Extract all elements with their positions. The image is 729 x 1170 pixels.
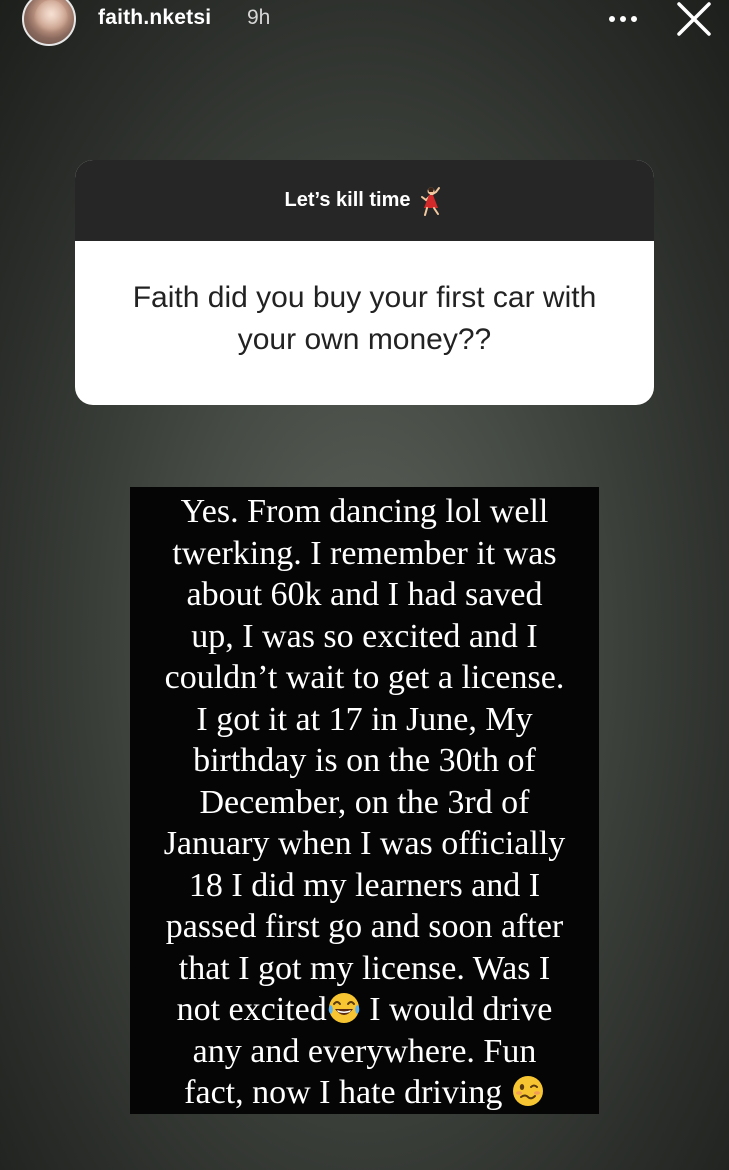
story-header: faith.nketsi 9h bbox=[0, 0, 729, 50]
story-timestamp: 9h bbox=[247, 6, 271, 29]
profile-avatar[interactable] bbox=[22, 0, 76, 46]
woozy-face-emoji-icon bbox=[512, 1076, 543, 1106]
face-with-tears-of-joy-emoji-icon bbox=[328, 993, 360, 1023]
answer-text: Yes. From dancing lol well twerking. I r… bbox=[136, 491, 593, 1114]
answer-text-box: Yes. From dancing lol well twerking. I r… bbox=[130, 487, 599, 1114]
question-sticker-header: Let’s kill time bbox=[75, 160, 654, 241]
username[interactable]: faith.nketsi bbox=[98, 6, 211, 30]
question-prompt: Let’s kill time bbox=[284, 189, 411, 211]
question-sticker: Let’s kill time Faith did you buy your f… bbox=[75, 160, 654, 405]
question-text: Faith did you buy your first car with yo… bbox=[132, 281, 597, 356]
more-horizontal-icon[interactable] bbox=[608, 14, 638, 24]
dancing-woman-emoji-icon bbox=[421, 186, 441, 216]
question-sticker-body: Faith did you buy your first car with yo… bbox=[75, 241, 654, 405]
close-icon[interactable] bbox=[675, 0, 713, 38]
answer-text-part1: Yes. From dancing lol well twerking. I r… bbox=[163, 493, 566, 1028]
